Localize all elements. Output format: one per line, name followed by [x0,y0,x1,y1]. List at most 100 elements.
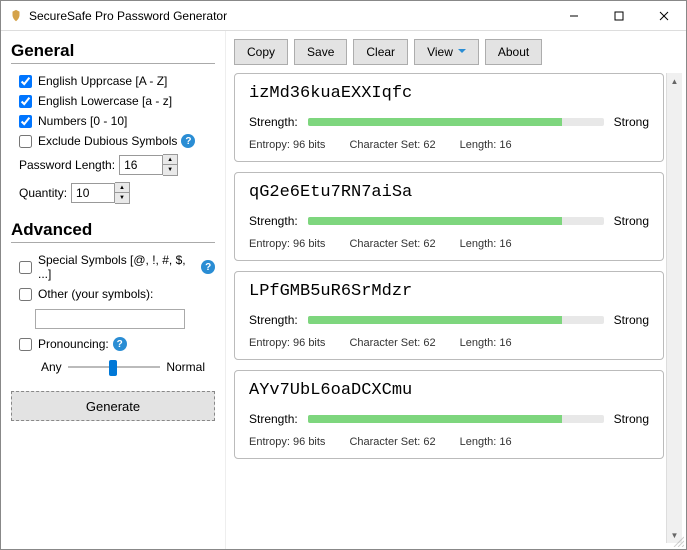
window-title: SecureSafe Pro Password Generator [29,9,551,23]
entropy-stat: Entropy: 96 bits [249,436,325,448]
uppercase-checkbox[interactable] [19,75,32,88]
strength-label: Strength: [249,214,298,228]
content: General English Upprcase [A - Z] English… [1,31,686,549]
exclude-checkbox[interactable] [19,135,32,148]
clear-button[interactable]: Clear [353,39,408,65]
password-card: AYv7UbL6oaDCXCmu Strength: Strong Entropy: … [234,370,664,459]
strength-label: Strength: [249,313,298,327]
strength-bar [308,316,604,324]
strength-value: Strong [614,214,649,228]
strength-value: Strong [614,115,649,129]
lowercase-checkbox[interactable] [19,95,32,108]
password-text[interactable]: LPfGMB5uR6SrMdzr [249,282,649,301]
slider-left-label: Any [41,360,62,374]
lowercase-label: English Lowercase [a - z] [38,94,172,108]
results-panel: Copy Save Clear View About izMd36kuaEXXI… [226,31,686,549]
slider-right-label: Normal [166,360,205,374]
help-icon[interactable]: ? [113,337,127,351]
other-checkbox[interactable] [19,288,32,301]
password-card: qG2e6Etu7RN7aiSa Strength: Strong Entropy: … [234,172,664,261]
results-area: izMd36kuaEXXIqfc Strength: Strong Entropy: … [234,73,682,543]
password-stats: Entropy: 96 bits Character Set: 62 Length:… [249,238,649,250]
entropy-stat: Entropy: 96 bits [249,238,325,250]
charset-stat: Character Set: 62 [349,337,435,349]
strength-row: Strength: Strong [249,313,649,327]
pronouncing-label: Pronouncing: [38,337,109,351]
settings-panel: General English Upprcase [A - Z] English… [1,31,226,549]
resize-grip-icon[interactable] [672,535,684,547]
length-stat: Length: 16 [460,139,512,151]
password-text[interactable]: izMd36kuaEXXIqfc [249,84,649,103]
special-checkbox[interactable] [19,261,32,274]
pronouncing-checkbox[interactable] [19,338,32,351]
strength-bar [308,118,604,126]
option-numbers: Numbers [0 - 10] [11,114,215,128]
window-controls [551,1,686,30]
password-card: LPfGMB5uR6SrMdzr Strength: Strong Entropy: … [234,271,664,360]
pronouncing-slider[interactable] [68,357,161,377]
strength-bar [308,415,604,423]
uppercase-label: English Upprcase [A - Z] [38,74,167,88]
entropy-stat: Entropy: 96 bits [249,337,325,349]
scrollbar[interactable]: ▲ ▼ [666,73,682,543]
close-button[interactable] [641,1,686,30]
password-stats: Entropy: 96 bits Character Set: 62 Length:… [249,139,649,151]
password-stats: Entropy: 96 bits Character Set: 62 Length:… [249,337,649,349]
option-lowercase: English Lowercase [a - z] [11,94,215,108]
scroll-up-icon[interactable]: ▲ [667,73,682,89]
titlebar: SecureSafe Pro Password Generator [1,1,686,31]
maximize-button[interactable] [596,1,641,30]
option-exclude: Exclude Dubious Symbols ? [11,134,215,148]
option-length: Password Length: ▲▼ [11,154,215,176]
charset-stat: Character Set: 62 [349,436,435,448]
charset-stat: Character Set: 62 [349,139,435,151]
special-label: Special Symbols [@, !, #, $, ...] [38,253,197,281]
length-stat: Length: 16 [460,436,512,448]
password-stats: Entropy: 96 bits Character Set: 62 Length:… [249,436,649,448]
other-symbols-input[interactable] [35,309,185,329]
length-stat: Length: 16 [460,337,512,349]
strength-value: Strong [614,313,649,327]
other-label: Other (your symbols): [38,287,153,301]
section-general: General [11,41,215,64]
about-button[interactable]: About [485,39,542,65]
minimize-button[interactable] [551,1,596,30]
strength-label: Strength: [249,115,298,129]
option-quantity: Quantity: ▲▼ [11,182,215,204]
option-special: Special Symbols [@, !, #, $, ...] ? [11,253,215,281]
numbers-label: Numbers [0 - 10] [38,114,127,128]
strength-bar [308,217,604,225]
charset-stat: Character Set: 62 [349,238,435,250]
copy-button[interactable]: Copy [234,39,288,65]
length-label: Password Length: [19,158,115,172]
quantity-input[interactable] [71,183,115,203]
help-icon[interactable]: ? [181,134,195,148]
option-uppercase: English Upprcase [A - Z] [11,74,215,88]
password-card: izMd36kuaEXXIqfc Strength: Strong Entropy: … [234,73,664,162]
app-icon [9,9,23,23]
section-advanced: Advanced [11,220,215,243]
help-icon[interactable]: ? [201,260,215,274]
generate-button[interactable]: Generate [11,391,215,421]
view-dropdown[interactable]: View [414,39,479,65]
toolbar: Copy Save Clear View About [234,37,682,73]
option-other: Other (your symbols): [11,287,215,301]
strength-row: Strength: Strong [249,115,649,129]
password-text[interactable]: AYv7UbL6oaDCXCmu [249,381,649,400]
exclude-label: Exclude Dubious Symbols [38,134,177,148]
quantity-label: Quantity: [19,186,67,200]
pronouncing-slider-row: Any Normal [11,357,215,377]
length-stat: Length: 16 [460,238,512,250]
entropy-stat: Entropy: 96 bits [249,139,325,151]
save-button[interactable]: Save [294,39,347,65]
password-text[interactable]: qG2e6Etu7RN7aiSa [249,183,649,202]
strength-label: Strength: [249,412,298,426]
option-pronouncing: Pronouncing: ? [11,337,215,351]
strength-row: Strength: Strong [249,214,649,228]
length-input[interactable] [119,155,163,175]
results-list: izMd36kuaEXXIqfc Strength: Strong Entropy: … [234,73,666,543]
length-spinner[interactable]: ▲▼ [163,154,178,176]
strength-value: Strong [614,412,649,426]
quantity-spinner[interactable]: ▲▼ [115,182,130,204]
numbers-checkbox[interactable] [19,115,32,128]
